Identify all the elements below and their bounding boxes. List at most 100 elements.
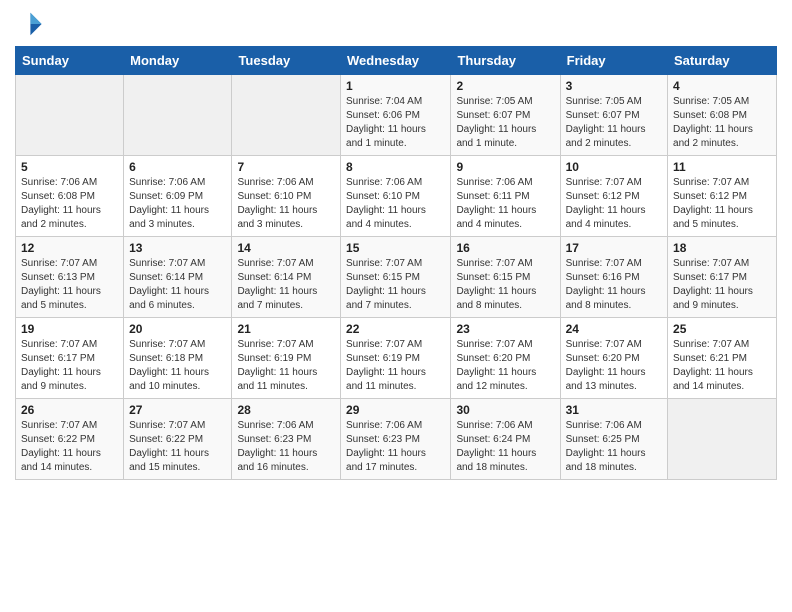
day-cell: 26 Sunrise: 7:07 AM Sunset: 6:22 PM Dayli…: [16, 399, 124, 480]
day-number: 2: [456, 79, 554, 93]
day-info: Sunrise: 7:06 AM Sunset: 6:25 PM Dayligh…: [566, 419, 662, 475]
day-number: 7: [237, 160, 335, 174]
page: SundayMondayTuesdayWednesdayThursdayFrid…: [0, 0, 792, 495]
day-cell: 10Sunrise: 7:07 AM Sunset: 6:12 PM Dayli…: [560, 156, 667, 237]
day-cell: 1 Sunrise: 7:04 AM Sunset: 6:06 PM Daylig…: [341, 75, 451, 156]
day-info: Sunrise: 7:07 AM Sunset: 6:20 PM Dayligh…: [456, 338, 554, 394]
day-number: 18: [673, 241, 771, 255]
day-number: 24: [566, 322, 662, 336]
day-info: Sunrise: 7:07 AM Sunset: 6:12 PM Dayligh…: [673, 176, 771, 232]
weekday-header-wednesday: Wednesday: [341, 47, 451, 75]
day-cell: [16, 75, 124, 156]
day-cell: 19 Sunrise: 7:07 AM Sunset: 6:17 PM Dayli…: [16, 318, 124, 399]
day-cell: [232, 75, 341, 156]
day-number: 8: [346, 160, 445, 174]
day-number: 1: [346, 79, 445, 93]
day-cell: 23Sunrise: 7:07 AM Sunset: 6:20 PM Dayli…: [451, 318, 560, 399]
day-cell: 2 Sunrise: 7:05 AM Sunset: 6:07 PM Daylig…: [451, 75, 560, 156]
day-number: 9: [456, 160, 554, 174]
day-info: Sunrise: 7:07 AM Sunset: 6:17 PM Dayligh…: [21, 338, 118, 394]
day-number: 14: [237, 241, 335, 255]
week-row-1: 1 Sunrise: 7:04 AM Sunset: 6:06 PM Daylig…: [16, 75, 777, 156]
day-info: Sunrise: 7:07 AM Sunset: 6:17 PM Dayligh…: [673, 257, 771, 313]
logo-icon: [15, 10, 43, 38]
day-info: Sunrise: 7:07 AM Sunset: 6:19 PM Dayligh…: [346, 338, 445, 394]
day-cell: 14 Sunrise: 7:07 AM Sunset: 6:14 PM Dayli…: [232, 237, 341, 318]
day-number: 15: [346, 241, 445, 255]
day-info: Sunrise: 7:07 AM Sunset: 6:22 PM Dayligh…: [21, 419, 118, 475]
day-info: Sunrise: 7:05 AM Sunset: 6:07 PM Dayligh…: [566, 95, 662, 151]
day-number: 3: [566, 79, 662, 93]
day-info: Sunrise: 7:07 AM Sunset: 6:21 PM Dayligh…: [673, 338, 771, 394]
weekday-header-monday: Monday: [124, 47, 232, 75]
day-info: Sunrise: 7:07 AM Sunset: 6:20 PM Dayligh…: [566, 338, 662, 394]
week-row-3: 12Sunrise: 7:07 AM Sunset: 6:13 PM Dayli…: [16, 237, 777, 318]
week-row-4: 19 Sunrise: 7:07 AM Sunset: 6:17 PM Dayli…: [16, 318, 777, 399]
day-info: Sunrise: 7:07 AM Sunset: 6:15 PM Dayligh…: [346, 257, 445, 313]
day-number: 31: [566, 403, 662, 417]
day-info: Sunrise: 7:06 AM Sunset: 6:11 PM Dayligh…: [456, 176, 554, 232]
day-cell: 9 Sunrise: 7:06 AM Sunset: 6:11 PM Daylig…: [451, 156, 560, 237]
day-number: 11: [673, 160, 771, 174]
day-cell: 20 Sunrise: 7:07 AM Sunset: 6:18 PM Dayli…: [124, 318, 232, 399]
day-cell: 17 Sunrise: 7:07 AM Sunset: 6:16 PM Dayli…: [560, 237, 667, 318]
day-cell: 27Sunrise: 7:07 AM Sunset: 6:22 PM Dayli…: [124, 399, 232, 480]
day-info: Sunrise: 7:07 AM Sunset: 6:18 PM Dayligh…: [129, 338, 226, 394]
day-info: Sunrise: 7:05 AM Sunset: 6:07 PM Dayligh…: [456, 95, 554, 151]
day-number: 30: [456, 403, 554, 417]
day-number: 20: [129, 322, 226, 336]
weekday-header-thursday: Thursday: [451, 47, 560, 75]
day-number: 29: [346, 403, 445, 417]
day-number: 27: [129, 403, 226, 417]
day-cell: 31 Sunrise: 7:06 AM Sunset: 6:25 PM Dayli…: [560, 399, 667, 480]
day-info: Sunrise: 7:07 AM Sunset: 6:19 PM Dayligh…: [237, 338, 335, 394]
day-cell: 30Sunrise: 7:06 AM Sunset: 6:24 PM Dayli…: [451, 399, 560, 480]
day-cell: [668, 399, 777, 480]
weekday-header-saturday: Saturday: [668, 47, 777, 75]
day-number: 26: [21, 403, 118, 417]
week-row-5: 26 Sunrise: 7:07 AM Sunset: 6:22 PM Dayli…: [16, 399, 777, 480]
day-info: Sunrise: 7:06 AM Sunset: 6:09 PM Dayligh…: [129, 176, 226, 232]
day-number: 28: [237, 403, 335, 417]
weekday-header-row: SundayMondayTuesdayWednesdayThursdayFrid…: [16, 47, 777, 75]
day-cell: 8 Sunrise: 7:06 AM Sunset: 6:10 PM Daylig…: [341, 156, 451, 237]
day-info: Sunrise: 7:07 AM Sunset: 6:15 PM Dayligh…: [456, 257, 554, 313]
day-info: Sunrise: 7:07 AM Sunset: 6:14 PM Dayligh…: [129, 257, 226, 313]
day-cell: 7 Sunrise: 7:06 AM Sunset: 6:10 PM Daylig…: [232, 156, 341, 237]
day-info: Sunrise: 7:07 AM Sunset: 6:14 PM Dayligh…: [237, 257, 335, 313]
day-cell: 13 Sunrise: 7:07 AM Sunset: 6:14 PM Dayli…: [124, 237, 232, 318]
day-cell: 3 Sunrise: 7:05 AM Sunset: 6:07 PM Daylig…: [560, 75, 667, 156]
day-number: 21: [237, 322, 335, 336]
weekday-header-sunday: Sunday: [16, 47, 124, 75]
day-number: 13: [129, 241, 226, 255]
day-info: Sunrise: 7:06 AM Sunset: 6:08 PM Dayligh…: [21, 176, 118, 232]
day-number: 25: [673, 322, 771, 336]
day-cell: 18 Sunrise: 7:07 AM Sunset: 6:17 PM Dayli…: [668, 237, 777, 318]
day-cell: 29 Sunrise: 7:06 AM Sunset: 6:23 PM Dayli…: [341, 399, 451, 480]
day-cell: 21 Sunrise: 7:07 AM Sunset: 6:19 PM Dayli…: [232, 318, 341, 399]
week-row-2: 5Sunrise: 7:06 AM Sunset: 6:08 PM Daylig…: [16, 156, 777, 237]
day-info: Sunrise: 7:06 AM Sunset: 6:10 PM Dayligh…: [237, 176, 335, 232]
day-number: 22: [346, 322, 445, 336]
day-cell: 5Sunrise: 7:06 AM Sunset: 6:08 PM Daylig…: [16, 156, 124, 237]
day-cell: 11 Sunrise: 7:07 AM Sunset: 6:12 PM Dayli…: [668, 156, 777, 237]
day-number: 19: [21, 322, 118, 336]
day-cell: 15 Sunrise: 7:07 AM Sunset: 6:15 PM Dayli…: [341, 237, 451, 318]
day-info: Sunrise: 7:06 AM Sunset: 6:23 PM Dayligh…: [237, 419, 335, 475]
day-cell: 4Sunrise: 7:05 AM Sunset: 6:08 PM Daylig…: [668, 75, 777, 156]
day-info: Sunrise: 7:06 AM Sunset: 6:10 PM Dayligh…: [346, 176, 445, 232]
day-info: Sunrise: 7:07 AM Sunset: 6:13 PM Dayligh…: [21, 257, 118, 313]
day-info: Sunrise: 7:06 AM Sunset: 6:23 PM Dayligh…: [346, 419, 445, 475]
weekday-header-tuesday: Tuesday: [232, 47, 341, 75]
header: [15, 10, 777, 38]
day-cell: 24 Sunrise: 7:07 AM Sunset: 6:20 PM Dayli…: [560, 318, 667, 399]
calendar-table: SundayMondayTuesdayWednesdayThursdayFrid…: [15, 46, 777, 480]
day-number: 17: [566, 241, 662, 255]
day-cell: 25 Sunrise: 7:07 AM Sunset: 6:21 PM Dayli…: [668, 318, 777, 399]
logo: [15, 10, 47, 38]
day-cell: 6Sunrise: 7:06 AM Sunset: 6:09 PM Daylig…: [124, 156, 232, 237]
day-info: Sunrise: 7:07 AM Sunset: 6:16 PM Dayligh…: [566, 257, 662, 313]
weekday-header-friday: Friday: [560, 47, 667, 75]
day-number: 10: [566, 160, 662, 174]
day-info: Sunrise: 7:04 AM Sunset: 6:06 PM Dayligh…: [346, 95, 445, 151]
